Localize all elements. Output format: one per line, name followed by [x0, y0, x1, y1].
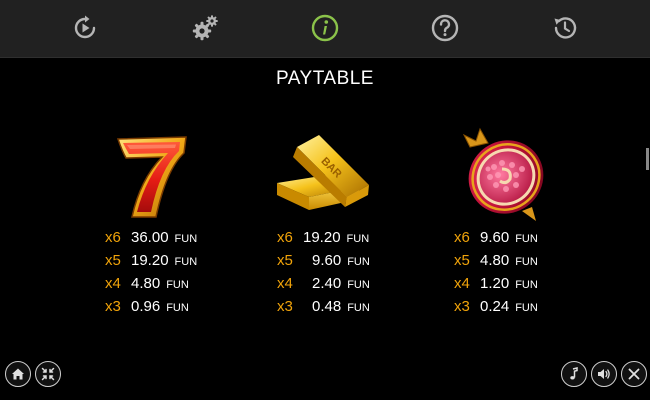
- multiplier: x5: [277, 252, 293, 269]
- replay-icon: [74, 15, 96, 39]
- currency: FUN: [515, 256, 538, 268]
- settings-button[interactable]: [187, 10, 223, 46]
- page-title: PAYTABLE: [276, 68, 374, 89]
- multiplier: x5: [105, 252, 121, 269]
- payout-amount: 0.48: [312, 298, 342, 315]
- paytable-column-seven: x6 36.00 FUN x5 19.20 FUN x4 4.80 FUN x3…: [105, 229, 235, 321]
- scrollbar-thumb[interactable]: [646, 148, 649, 170]
- history-icon: [554, 17, 577, 39]
- music-icon: [570, 367, 578, 380]
- payout-amount: 36.00: [131, 229, 169, 246]
- payout-amount: 4.80: [480, 252, 510, 269]
- paytable-column-pomegranate: x6 9.60 FUN x5 4.80 FUN x4 1.20 FUN x3 0…: [454, 229, 584, 321]
- settings-icon: [192, 15, 218, 41]
- help-button[interactable]: [427, 10, 463, 46]
- pay-row: x3 0.96 FUN: [105, 298, 235, 321]
- sound-icon: [598, 369, 610, 379]
- home-icon: [12, 368, 24, 380]
- multiplier: x4: [277, 275, 293, 292]
- pay-row: x5 19.20 FUN: [105, 252, 235, 275]
- pay-row: x4 4.80 FUN: [105, 275, 235, 298]
- close-button[interactable]: [621, 361, 647, 387]
- pay-row: x6 19.20 FUN: [277, 229, 407, 252]
- pay-row: x5 9.60 FUN: [277, 252, 407, 275]
- multiplier: x3: [105, 298, 121, 315]
- pay-row: x6 9.60 FUN: [454, 229, 584, 252]
- symbol-gold-bars: BAR: [267, 125, 377, 223]
- history-button[interactable]: [547, 10, 583, 46]
- currency: FUN: [347, 279, 370, 291]
- info-button[interactable]: [307, 10, 343, 46]
- paytable-column-gold-bars: x6 19.20 FUN x5 9.60 FUN x4 2.40 FUN x3 …: [277, 229, 407, 321]
- multiplier: x3: [454, 298, 470, 315]
- close-icon: [628, 368, 640, 380]
- pay-row: x4 2.40 FUN: [277, 275, 407, 298]
- currency: FUN: [515, 233, 538, 245]
- payout-amount: 9.60: [312, 252, 342, 269]
- currency: FUN: [347, 256, 370, 268]
- payout-amount: 19.20: [131, 252, 169, 269]
- help-icon: [431, 14, 459, 42]
- replay-button[interactable]: [67, 10, 103, 46]
- pay-row: x3 0.48 FUN: [277, 298, 407, 321]
- fullscreen-button[interactable]: [35, 361, 61, 387]
- symbol-pomegranate: [450, 125, 560, 223]
- multiplier: x6: [277, 229, 293, 246]
- top-toolbar: [0, 0, 650, 58]
- currency: FUN: [174, 256, 198, 268]
- currency: FUN: [166, 302, 189, 314]
- payout-amount: 0.96: [131, 298, 161, 315]
- gold-bars-icon: BAR: [277, 135, 369, 210]
- symbol-seven: [96, 125, 206, 223]
- payout-amount: 4.80: [131, 275, 161, 292]
- multiplier: x6: [454, 229, 470, 246]
- pomegranate-icon: [462, 127, 544, 221]
- pay-row: x6 36.00 FUN: [105, 229, 235, 252]
- payout-amount: 19.20: [303, 229, 341, 246]
- multiplier: x3: [277, 298, 293, 315]
- pay-row: x5 4.80 FUN: [454, 252, 584, 275]
- lucky-seven-icon: [116, 136, 187, 218]
- fullscreen-icon: [41, 367, 55, 381]
- payout-amount: 9.60: [480, 229, 510, 246]
- multiplier: x5: [454, 252, 470, 269]
- payout-amount: 2.40: [312, 275, 342, 292]
- currency: FUN: [515, 302, 538, 314]
- sound-button[interactable]: [591, 361, 617, 387]
- music-button[interactable]: [561, 361, 587, 387]
- home-button[interactable]: [5, 361, 31, 387]
- info-icon: [311, 14, 339, 42]
- currency: FUN: [174, 233, 198, 245]
- pay-row: x4 1.20 FUN: [454, 275, 584, 298]
- currency: FUN: [515, 279, 538, 291]
- payout-amount: 0.24: [480, 298, 510, 315]
- multiplier: x4: [454, 275, 470, 292]
- multiplier: x6: [105, 229, 121, 246]
- multiplier: x4: [105, 275, 121, 292]
- payout-amount: 1.20: [480, 275, 510, 292]
- pay-row: x3 0.24 FUN: [454, 298, 584, 321]
- currency: FUN: [347, 302, 370, 314]
- currency: FUN: [346, 233, 370, 245]
- currency: FUN: [166, 279, 189, 291]
